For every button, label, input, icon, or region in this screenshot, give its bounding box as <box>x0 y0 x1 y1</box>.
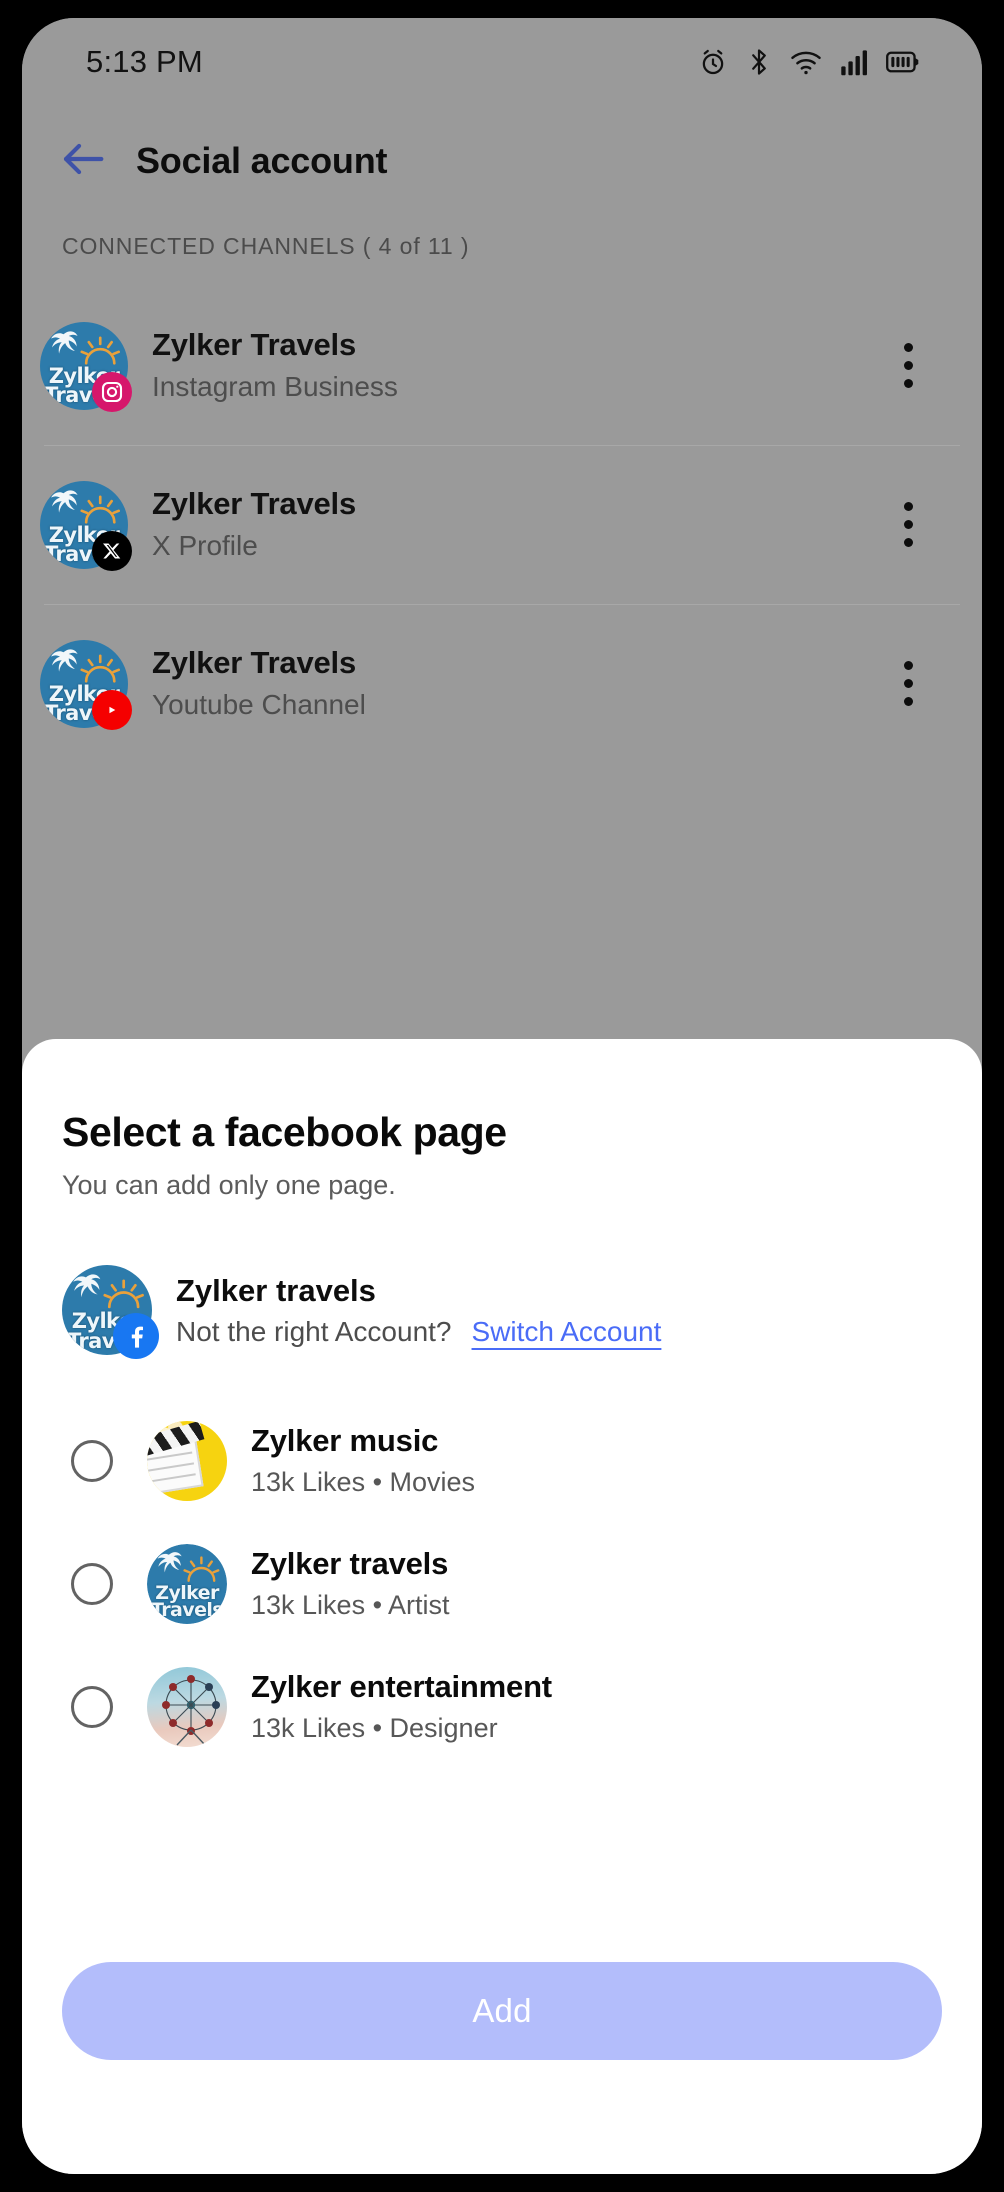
channel-info: Zylker Travels X Profile <box>152 482 882 567</box>
alarm-icon <box>698 47 728 77</box>
page-info: Zylker entertainment 13k Likes • Designe… <box>251 1665 552 1748</box>
status-time: 5:13 PM <box>86 44 203 79</box>
phone-frame: 5:13 PM Social account CONNECTED CHANNEL… <box>0 0 1004 2192</box>
channel-info: Zylker Travels Youtube Channel <box>152 641 882 726</box>
page-info: Zylker music 13k Likes • Movies <box>251 1419 475 1502</box>
status-bar-icons <box>698 47 920 77</box>
kebab-menu-icon[interactable] <box>882 330 934 402</box>
channel-name: Zylker Travels <box>152 645 357 681</box>
back-arrow-icon <box>60 142 106 181</box>
table-row[interactable]: Zylker Travels Zylker Travels X Profile <box>22 445 982 604</box>
movie-clapper-avatar <box>147 1420 227 1501</box>
channel-info: Zylker Travels Instagram Business <box>152 323 882 408</box>
page-name: Zylker music <box>251 1423 439 1459</box>
back-button[interactable] <box>52 130 114 192</box>
page-meta: 13k Likes • Artist <box>251 1589 450 1620</box>
x-icon <box>92 530 132 571</box>
list-item[interactable]: Zylker music 13k Likes • Movies <box>62 1399 942 1522</box>
connected-channels-list: Zylker Travels Zylker Travels Instagram … <box>22 286 982 763</box>
channel-type: Youtube Channel <box>152 689 366 721</box>
instagram-icon <box>92 371 132 412</box>
account-info: Zylker travels Not the right Account? Sw… <box>176 1269 661 1352</box>
sheet-subtitle: You can add only one page. <box>62 1170 396 1200</box>
table-row[interactable]: Zylker Travels Zylker Travels Youtube Ch… <box>22 604 982 763</box>
avatar: Zylker Travels <box>40 321 132 412</box>
avatar-wordmark: Zylker Travels <box>151 1581 224 1622</box>
page-name: Zylker travels <box>251 1546 449 1582</box>
youtube-icon <box>92 689 132 730</box>
add-button[interactable]: Add <box>62 1962 942 2060</box>
page-name: Zylker entertainment <box>251 1669 552 1705</box>
avatar: Zylker Travels <box>40 480 132 571</box>
status-bar: 5:13 PM <box>22 18 982 106</box>
battery-icon <box>886 50 920 74</box>
account-row: Zylker Travels Zylker travels Not the ri… <box>62 1265 942 1359</box>
kebab-menu-icon[interactable] <box>882 648 934 720</box>
table-row[interactable]: Zylker Travels Zylker Travels Instagram … <box>22 286 982 445</box>
sheet-title: Select a facebook page <box>62 1109 507 1155</box>
channel-name: Zylker Travels <box>152 486 357 522</box>
account-subline: Not the right Account? Switch Account <box>176 1312 661 1351</box>
phone-screen: 5:13 PM Social account CONNECTED CHANNEL… <box>22 18 982 2174</box>
bluetooth-icon <box>746 47 772 77</box>
list-item[interactable]: Zylker Travels Zylker travels 13k Likes … <box>62 1522 942 1645</box>
switch-account-link[interactable]: Switch Account <box>472 1312 662 1351</box>
facebook-icon <box>113 1313 159 1359</box>
avatar: Zylker Travels <box>40 639 132 730</box>
channel-name: Zylker Travels <box>152 327 357 363</box>
page-meta: 13k Likes • Designer <box>251 1712 498 1743</box>
page-meta: 13k Likes • Movies <box>251 1466 476 1497</box>
signal-icon <box>840 49 868 76</box>
channel-type: X Profile <box>152 530 258 562</box>
page-options-list: Zylker music 13k Likes • Movies Zylker T… <box>62 1399 942 1768</box>
wifi-icon <box>790 49 822 75</box>
zylker-travels-avatar: Zylker Travels <box>147 1543 227 1624</box>
ferris-wheel-avatar <box>147 1666 227 1747</box>
page-title: Social account <box>136 140 388 181</box>
avatar: Zylker Travels <box>62 1265 159 1359</box>
radio-button[interactable] <box>71 1562 113 1605</box>
radio-button[interactable] <box>71 1685 113 1728</box>
channel-type: Instagram Business <box>152 371 398 403</box>
radio-button[interactable] <box>71 1439 113 1482</box>
app-bar: Social account <box>22 113 982 209</box>
select-facebook-page-sheet: Select a facebook page You can add only … <box>22 1039 982 2174</box>
connected-channels-label: CONNECTED CHANNELS ( 4 of 11 ) <box>62 233 470 259</box>
list-item[interactable]: Zylker entertainment 13k Likes • Designe… <box>62 1645 942 1768</box>
page-info: Zylker travels 13k Likes • Artist <box>251 1542 450 1625</box>
account-question-text: Not the right Account? <box>176 1316 452 1348</box>
account-name: Zylker travels <box>176 1272 376 1308</box>
kebab-menu-icon[interactable] <box>882 489 934 561</box>
